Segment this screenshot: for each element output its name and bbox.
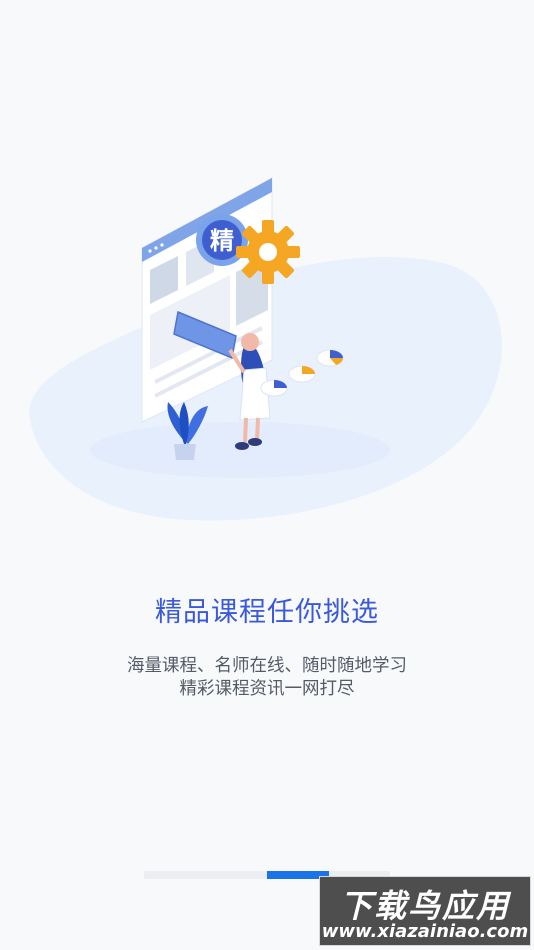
onboarding-title: 精品课程任你挑选 bbox=[155, 597, 379, 628]
onboarding-illustration: 精 bbox=[29, 177, 503, 521]
badge-icon: 精 bbox=[196, 214, 248, 266]
onboarding-screen: 精 精品课程任你挑选 海量课程、名师在线、随时随地学习 精彩课程资讯一网打尽 下… bbox=[0, 0, 534, 950]
gear-icon bbox=[236, 220, 300, 284]
watermark-logo: 下载鸟应用 www.xiazainiao.com bbox=[319, 876, 531, 946]
subtitle-line-1: 海量课程、名师在线、随时随地学习 bbox=[127, 656, 407, 676]
subtitle-line-2: 精彩课程资讯一网打尽 bbox=[179, 679, 355, 699]
floor-shadow bbox=[90, 422, 390, 478]
onboarding-subtitle: 海量课程、名师在线、随时随地学习 精彩课程资讯一网打尽 bbox=[0, 655, 534, 701]
page-indicator-segment bbox=[144, 871, 206, 879]
badge-char: 精 bbox=[210, 227, 234, 255]
page-indicator-segment bbox=[206, 871, 268, 879]
watermark-url: www.xiazainiao.com bbox=[321, 921, 529, 942]
